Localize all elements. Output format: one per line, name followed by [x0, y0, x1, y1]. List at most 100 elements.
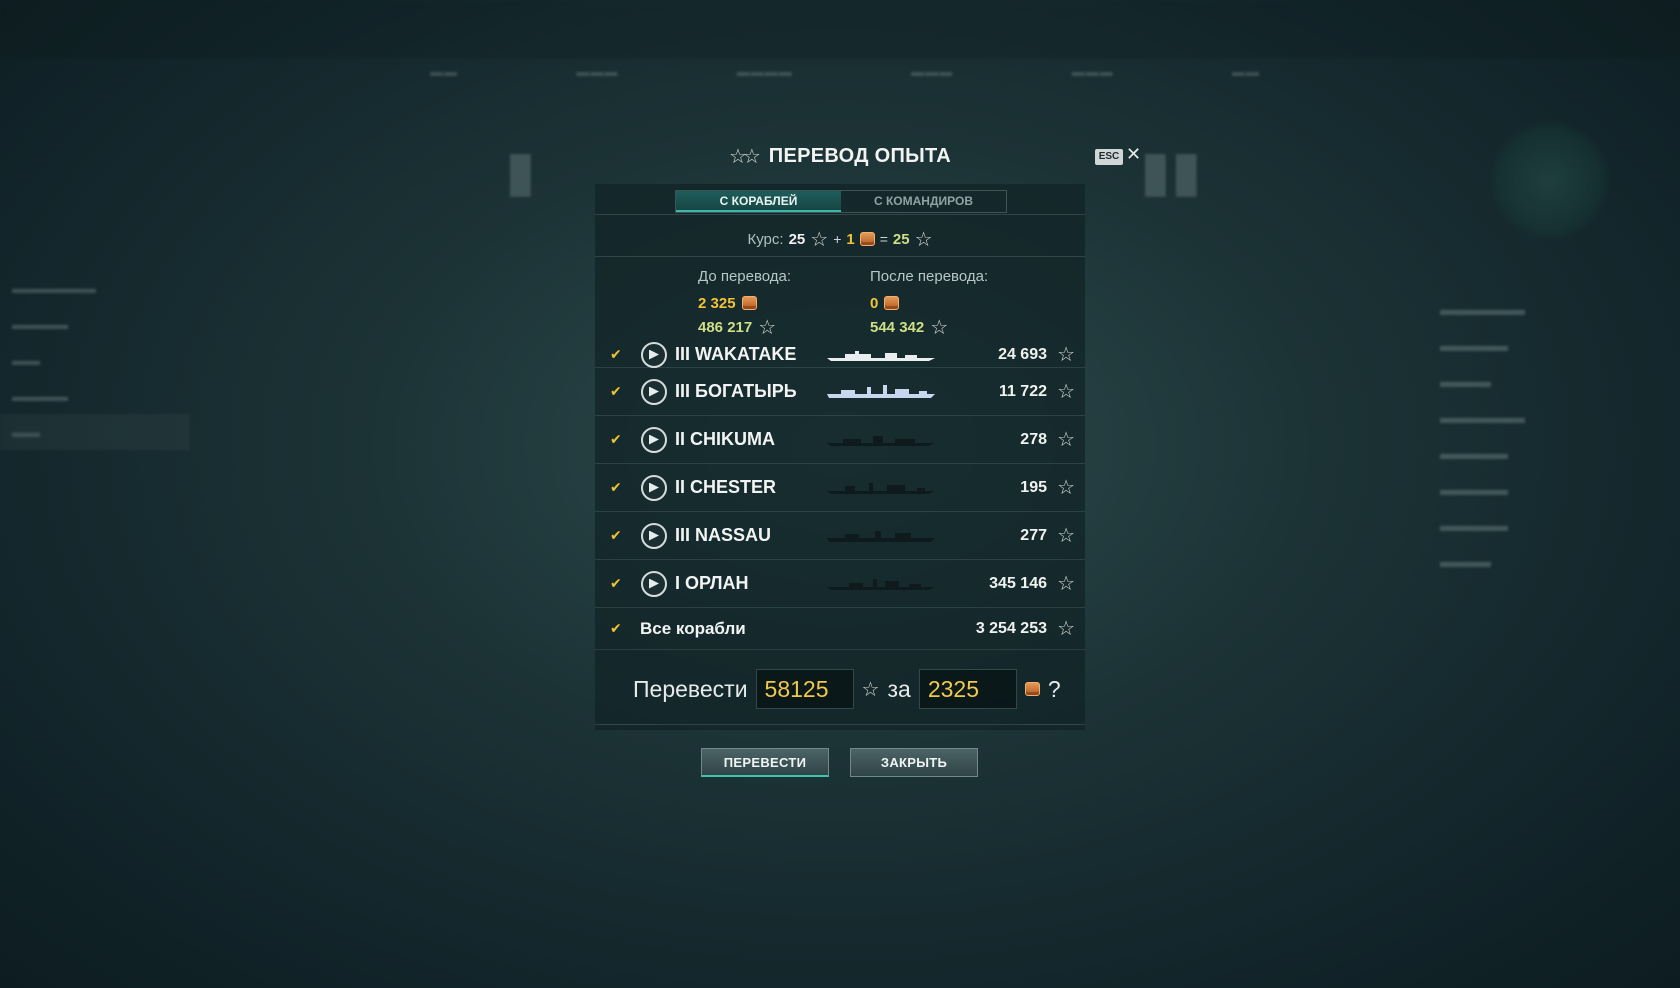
ship-name: III БОГАТЫРЬ — [675, 381, 797, 401]
ship-name: II CHESTER — [675, 477, 777, 497]
rate-plus: + — [833, 231, 842, 247]
ship-class-icon — [641, 426, 667, 453]
divider — [595, 256, 1085, 257]
close-icon[interactable]: ✕ — [1126, 144, 1141, 165]
ship-class-icon — [641, 570, 667, 597]
rate-equals: = — [879, 231, 888, 247]
ship-class-icon — [641, 522, 667, 549]
divider — [595, 214, 1085, 215]
ship-xp: 24 693 — [998, 345, 1047, 363]
after-xp-row: 544 342 ☆ — [870, 315, 988, 339]
rate-doubloons: 1 — [846, 230, 855, 248]
bg-top-bar — [0, 0, 1680, 58]
ship-xp: 277 — [1020, 526, 1047, 544]
ship-row[interactable]: ✔ III WAKATAKE 24 693 ☆ — [595, 341, 1085, 368]
dialog-title: ПЕРЕВОД ОПЫТА — [768, 144, 952, 167]
xp-star-icon: ☆ — [1057, 477, 1075, 499]
rate-label: Курс: — [747, 230, 784, 248]
ship-name: II CHIKUMA — [675, 429, 775, 449]
all-ships-label: Все корабли — [640, 618, 746, 638]
ship-silhouette-icon — [827, 482, 935, 494]
exchange-rate: Курс: 25 ☆ + 1 = 25 ☆ — [595, 226, 1085, 252]
ship-silhouette-icon — [827, 384, 935, 398]
ship-row[interactable]: ✔ II CHIKUMA 278 ☆ — [595, 416, 1085, 464]
all-ships-xp: 3 254 253 — [975, 619, 1047, 637]
xp-star-icon: ☆ — [810, 228, 829, 251]
ship-row[interactable]: ✔ III NASSAU 277 ☆ — [595, 512, 1085, 560]
bg-ship-list: ▬▬▬▬▬ ▬▬▬▬ ▬▬▬ ▬▬▬▬▬ ▬▬▬▬ ▬▬▬▬ ▬▬▬▬ ▬▬▬ — [1440, 300, 1525, 571]
ship-class-icon — [641, 341, 667, 368]
ship-silhouette-icon — [827, 350, 935, 361]
ship-row[interactable]: ✔ II CHESTER 195 ☆ — [595, 464, 1085, 512]
free-xp-star-icon: ☆ — [930, 316, 949, 339]
free-xp-star-icon: ☆ — [758, 316, 777, 339]
bg-stat: ▮ — [505, 139, 536, 202]
checkmark-icon[interactable]: ✔ — [610, 479, 622, 496]
bg-nav: ▬▬ ▬▬▬ ▬▬▬▬ ▬▬▬ ▬▬▬ ▬▬ — [430, 64, 1260, 79]
ship-xp: 278 — [1020, 430, 1047, 448]
divider — [595, 724, 1085, 725]
ship-silhouette-icon — [827, 435, 935, 446]
tab-from-commanders[interactable]: С КОМАНДИРОВ — [841, 191, 1006, 212]
checkmark-icon[interactable]: ✔ — [610, 620, 622, 637]
checkmark-icon[interactable]: ✔ — [610, 527, 622, 544]
xp-amount-input[interactable]: 58125 — [755, 669, 854, 709]
ship-xp: 11 722 — [998, 382, 1047, 400]
ship-class-icon — [641, 378, 667, 405]
esc-key-badge[interactable]: ESC — [1095, 149, 1123, 165]
doubloon-icon — [884, 296, 900, 310]
before-label: До перевода: — [698, 268, 792, 285]
xp-star-icon: ☆ — [1057, 618, 1075, 640]
transfer-button[interactable]: ПЕРЕВЕСТИ — [701, 748, 829, 777]
checkmark-icon[interactable]: ✔ — [610, 431, 622, 448]
after-doubloons-row: 0 — [870, 291, 988, 315]
checkmark-icon[interactable]: ✔ — [610, 575, 622, 592]
before-doubloons: 2 325 — [698, 294, 736, 312]
doubloon-icon — [741, 296, 757, 310]
after-free-xp: 544 342 — [870, 318, 925, 336]
before-doubloons-row: 2 325 — [698, 291, 791, 315]
xp-star-icon: ☆ — [1057, 344, 1075, 366]
help-icon[interactable]: ? — [1048, 676, 1061, 703]
bg-sidebar: ▬▬▬▬▬▬ ▬▬▬▬ ▬▬ ▬▬▬▬ ▬▬ — [0, 270, 190, 450]
xp-star-icon: ☆ — [1057, 525, 1075, 547]
xp-star-icon: ☆ — [1057, 573, 1075, 595]
source-tabs: С КОРАБЛЕЙ С КОМАНДИРОВ — [675, 190, 1007, 213]
free-xp-star-icon: ☆ — [914, 228, 933, 251]
ship-class-icon — [641, 474, 667, 501]
convert-label: Перевести — [633, 675, 748, 702]
rate-result: 25 — [892, 230, 910, 248]
balance-after: После перевода: 0 544 342 ☆ — [870, 268, 988, 339]
convert-row: Перевести 58125 ☆ за 2325 ? — [595, 668, 1085, 710]
rate-xp: 25 — [788, 230, 806, 248]
checkmark-icon[interactable]: ✔ — [610, 346, 622, 363]
ship-silhouette-icon — [827, 530, 935, 542]
bg-stat: ▮▮ — [1140, 139, 1202, 202]
ship-silhouette-icon — [827, 578, 935, 590]
doubloon-icon — [1024, 682, 1040, 696]
after-label: После перевода: — [870, 268, 989, 285]
ship-xp: 195 — [1020, 478, 1047, 496]
dialog-header: ☆☆ ПЕРЕВОД ОПЫТА — [595, 128, 1085, 184]
checkmark-icon[interactable]: ✔ — [610, 383, 622, 400]
all-ships-row[interactable]: ✔ Все корабли 3 254 253 ☆ — [595, 608, 1085, 650]
close-button[interactable]: ЗАКРЫТЬ — [850, 748, 978, 777]
ship-xp: 345 146 — [989, 574, 1047, 592]
for-label: за — [887, 675, 911, 702]
free-xp-icon: ☆☆ — [728, 145, 761, 168]
before-free-xp: 486 217 — [698, 318, 753, 336]
ship-name: III NASSAU — [675, 525, 772, 545]
tab-from-ships[interactable]: С КОРАБЛЕЙ — [676, 191, 841, 212]
before-xp-row: 486 217 ☆ — [698, 315, 791, 339]
ship-list: ✔ III WAKATAKE 24 693 ☆ ✔ III БОГАТЫРЬ 1… — [595, 341, 1085, 650]
bg-emblem — [1485, 120, 1615, 240]
xp-star-icon: ☆ — [1057, 381, 1075, 403]
doubloon-amount-input[interactable]: 2325 — [918, 669, 1017, 709]
ship-row[interactable]: ✔ I ОРЛАН 345 146 ☆ — [595, 560, 1085, 608]
xp-star-icon: ☆ — [861, 678, 880, 701]
balance-before: До перевода: 2 325 486 217 ☆ — [698, 268, 791, 339]
xp-star-icon: ☆ — [1057, 429, 1075, 451]
ship-row[interactable]: ✔ III БОГАТЫРЬ 11 722 ☆ — [595, 368, 1085, 416]
ship-name: III WAKATAKE — [675, 344, 797, 364]
ship-name: I ОРЛАН — [675, 573, 749, 593]
